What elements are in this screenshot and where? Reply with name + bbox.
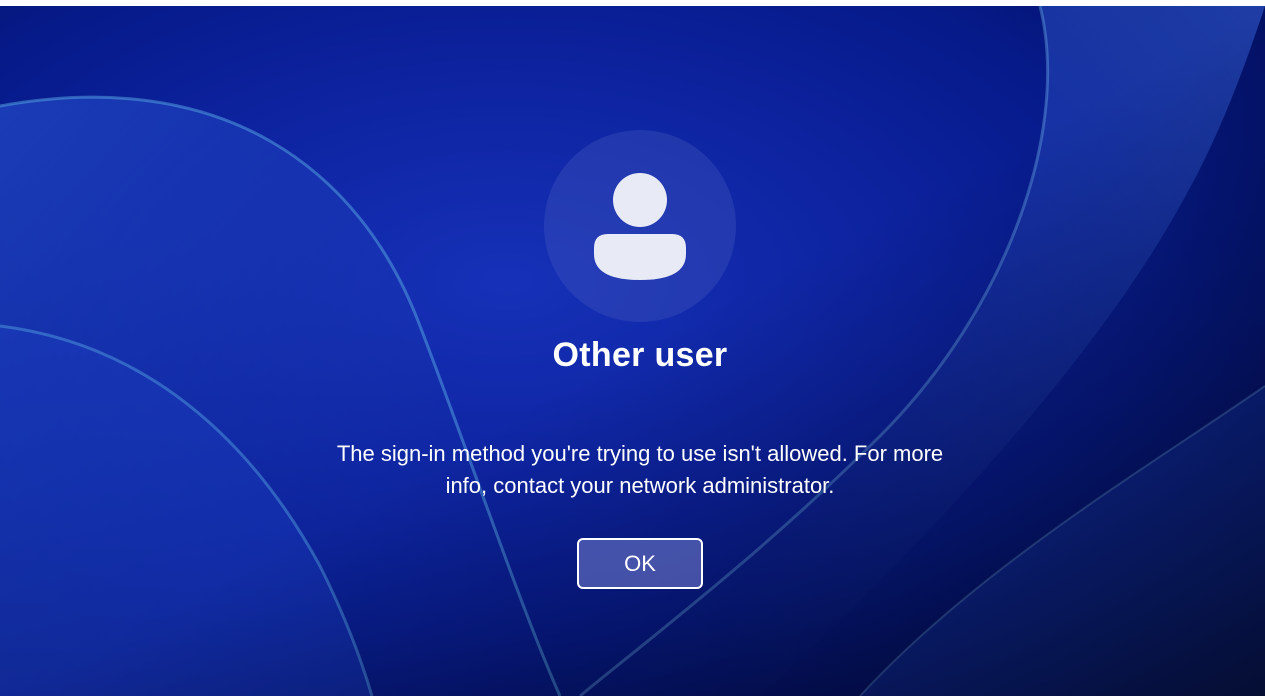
user-avatar <box>544 130 736 322</box>
user-name: Other user <box>552 336 728 374</box>
sign-in-panel: Other user The sign-in method you're try… <box>0 6 1265 696</box>
error-message: The sign-in method you're trying to use … <box>336 441 944 498</box>
ok-button[interactable]: OK <box>577 538 703 589</box>
person-icon <box>594 173 686 280</box>
lock-screen: Other user The sign-in method you're try… <box>0 6 1265 696</box>
